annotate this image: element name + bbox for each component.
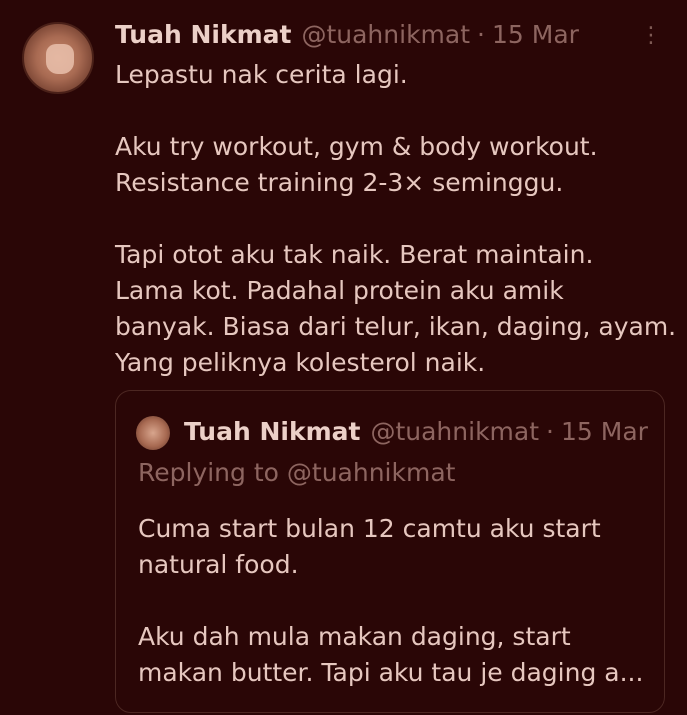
header-separator: · (477, 19, 485, 49)
tweet-line: Resistance training 2-3× seminggu. (115, 168, 564, 197)
quoted-author-name: Tuah Nikmat (184, 416, 361, 446)
tweet-date[interactable]: 15 Mar (492, 20, 579, 49)
quoted-tweet-date: 15 Mar (560, 416, 648, 446)
quoted-tweet-header: Tuah Nikmat @tuahnikmat · 15 Mar (184, 413, 648, 449)
quoted-tweet-text: Cuma start bulan 12 camtu aku start natu… (138, 511, 653, 691)
more-options-icon[interactable]: ⋮ (640, 22, 662, 50)
tweet-line: Yang peliknya kolesterol naik. (115, 348, 486, 377)
author-name[interactable]: Tuah Nikmat (115, 20, 291, 49)
tweet-line: Lepastu nak cerita lagi. (115, 60, 408, 89)
fist-icon (46, 44, 74, 74)
tweet-line: Aku try workout, gym & body workout. (115, 132, 598, 161)
author-avatar[interactable] (22, 22, 94, 94)
quoted-tweet[interactable]: Tuah Nikmat @tuahnikmat · 15 Mar Replyin… (115, 390, 665, 713)
quoted-line: natural food. (138, 550, 299, 579)
tweet-header: Tuah Nikmat @tuahnikmat · 15 Mar (115, 16, 579, 52)
tweet-line: Tapi otot aku tak naik. Berat maintain. (115, 240, 594, 269)
quoted-line: Cuma start bulan 12 camtu aku start (138, 514, 601, 543)
quoted-author-avatar (136, 416, 170, 450)
quoted-line: makan butter. Tapi aku tau je daging a..… (138, 658, 644, 687)
author-handle[interactable]: @tuahnikmat (301, 20, 470, 49)
tweet-text: Lepastu nak cerita lagi. Aku try workout… (115, 57, 677, 381)
quoted-line: Aku dah mula makan daging, start (138, 622, 571, 651)
replying-to-label: Replying to @tuahnikmat (138, 458, 456, 487)
quoted-author-handle: @tuahnikmat (370, 416, 540, 446)
tweet[interactable]: Tuah Nikmat @tuahnikmat · 15 Mar ⋮ Lepas… (0, 0, 687, 715)
tweet-line: Lama kot. Padahal protein aku amik (115, 276, 564, 305)
quoted-header-separator: · (546, 416, 554, 446)
tweet-line: banyak. Biasa dari telur, ikan, daging, … (115, 312, 677, 341)
